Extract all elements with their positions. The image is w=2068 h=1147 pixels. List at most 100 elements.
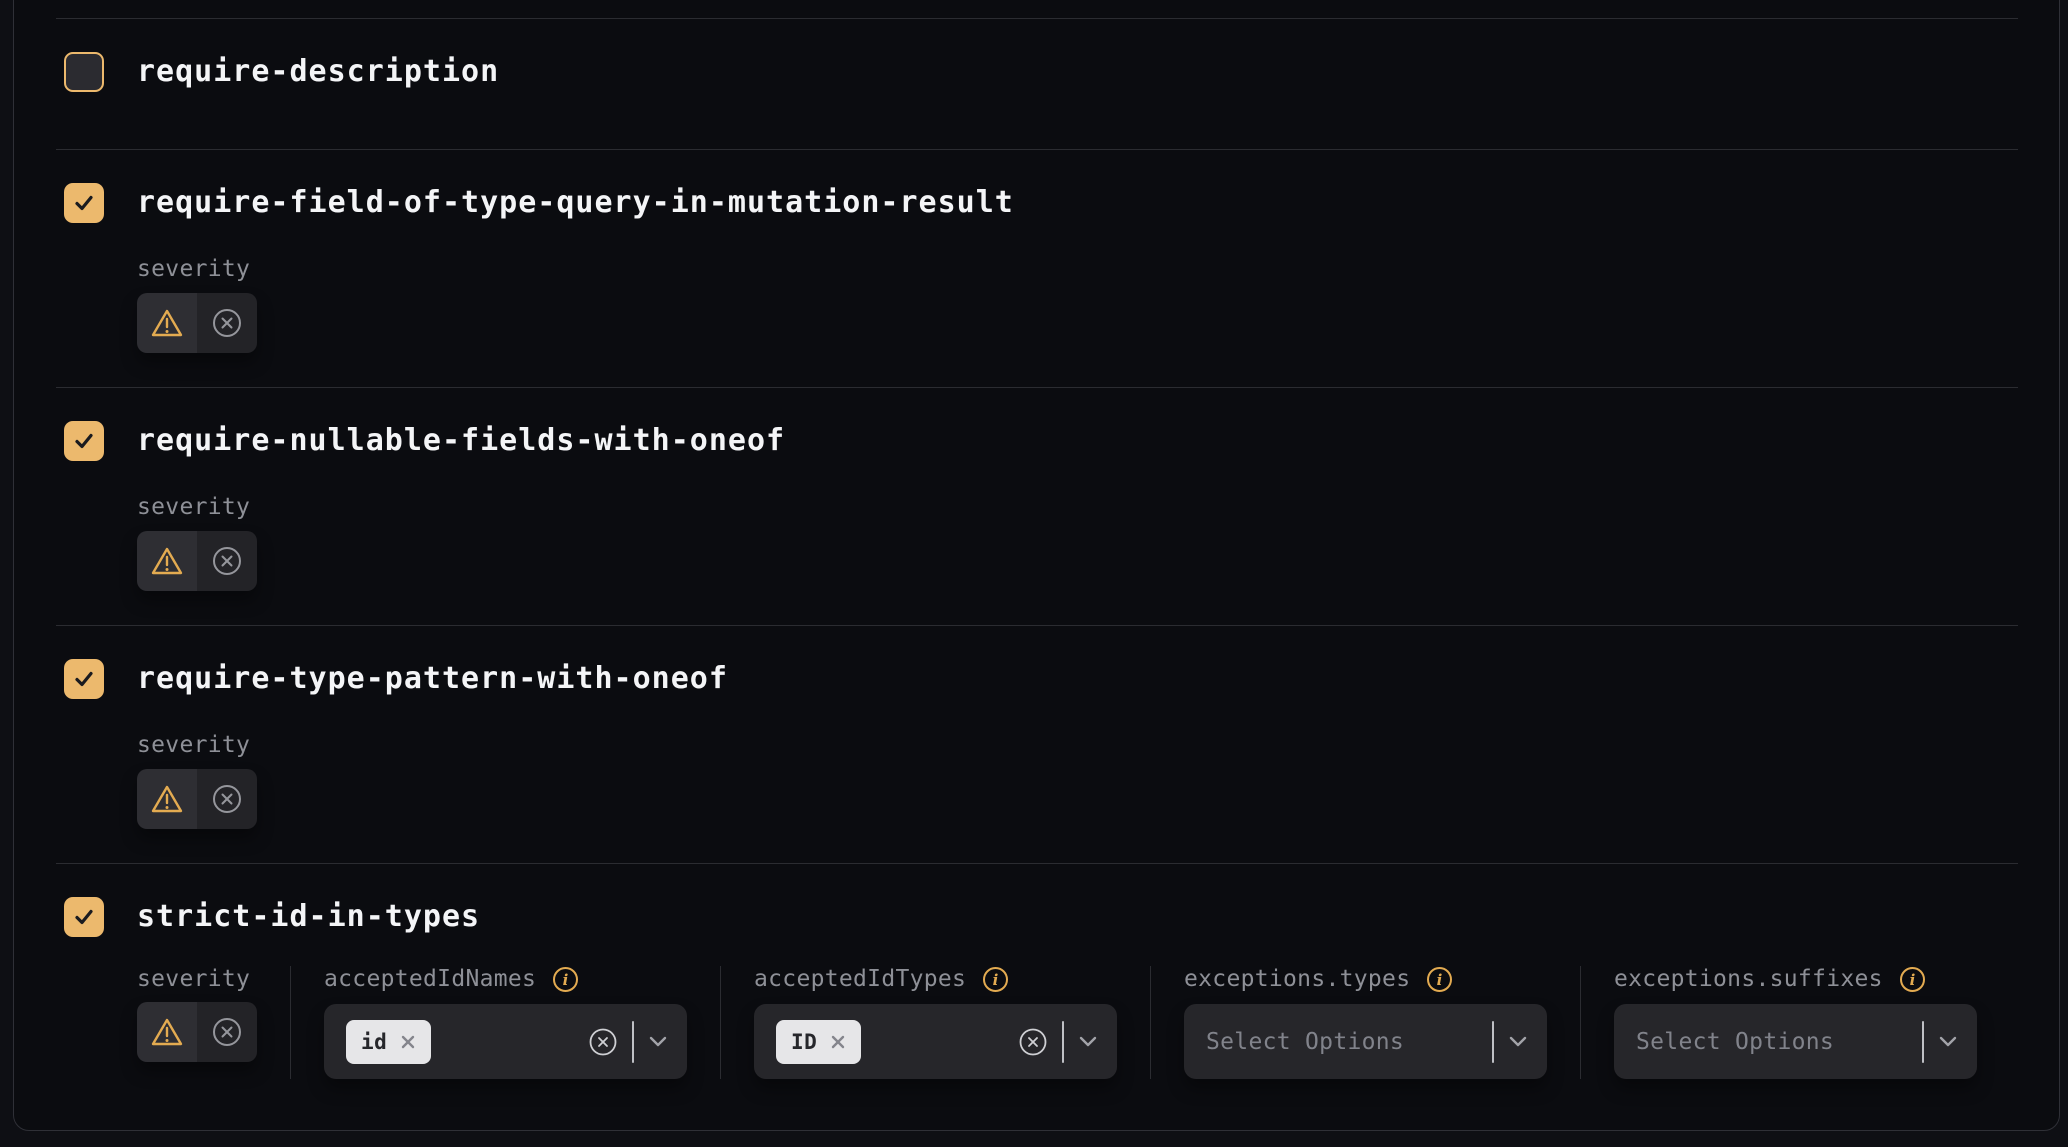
chevron-down-icon [649,1036,667,1047]
open-dropdown-button[interactable] [649,1036,667,1047]
severity-field: severity [137,966,257,1079]
rule-checkbox[interactable] [64,897,104,937]
severity-off-button[interactable] [197,531,257,591]
off-icon [212,308,242,338]
clear-icon [589,1028,617,1056]
severity-label: severity [137,494,2059,520]
chevron-down-icon [1509,1036,1527,1047]
off-icon [212,546,242,576]
rule-title: require-field-of-type-query-in-mutation-… [137,183,1014,223]
rule-header: require-description [64,52,2059,92]
chevron-down-icon [1939,1036,1957,1047]
rule-title: require-description [137,52,499,92]
selected-tag: id [346,1020,431,1064]
severity-toggle [137,769,257,829]
open-dropdown-button[interactable] [1079,1036,1097,1047]
severity-off-button[interactable] [197,769,257,829]
warning-icon [150,1016,184,1048]
multiselect-input[interactable]: Select Options [1184,1004,1547,1079]
open-dropdown-button[interactable] [1939,1036,1957,1047]
severity-toggle [137,531,257,591]
checkmark-icon [72,667,96,691]
checkmark-icon [72,429,96,453]
column-divider [290,966,291,1079]
clear-icon [1019,1028,1047,1056]
remove-tag-icon[interactable] [400,1034,416,1050]
rule-title: require-nullable-fields-with-oneof [137,421,785,461]
option-field-acceptedIdNames: acceptedIdNames i id [324,966,687,1079]
warning-icon [150,783,184,815]
rules-list: require-description require-field-of-typ… [14,0,2059,1147]
option-label: exceptions.types [1184,966,1410,992]
option-field-exceptions-types: exceptions.types i Select Options [1184,966,1547,1079]
rule-header: require-field-of-type-query-in-mutation-… [64,183,2059,223]
rule-checkbox[interactable] [64,183,104,223]
checkmark-icon [72,191,96,215]
clear-selection-button[interactable] [589,1028,617,1056]
warning-icon [150,545,184,577]
severity-toggle [137,1002,257,1062]
off-icon [212,784,242,814]
checkmark-icon [72,905,96,929]
info-icon[interactable]: i [552,966,579,993]
select-placeholder: Select Options [1206,1029,1404,1055]
svg-text:i: i [1909,971,1915,989]
input-divider [1922,1021,1924,1063]
rule-header: strict-id-in-types [64,897,2059,937]
input-divider [1062,1021,1064,1063]
rule-header: require-type-pattern-with-oneof [64,659,2059,699]
clear-selection-button[interactable] [1019,1028,1047,1056]
severity-field: severity [137,256,2059,353]
severity-toggle [137,293,257,353]
column-divider [1150,966,1151,1079]
rule-row: require-field-of-type-query-in-mutation-… [14,149,2059,387]
severity-label: severity [137,732,2059,758]
info-icon[interactable]: i [1426,966,1453,993]
svg-text:i: i [1437,971,1443,989]
svg-text:i: i [993,971,999,989]
rule-row: require-type-pattern-with-oneof severity [14,625,2059,863]
remove-tag-icon[interactable] [830,1034,846,1050]
rule-checkbox[interactable] [64,52,104,92]
chevron-down-icon [1079,1036,1097,1047]
severity-warn-button[interactable] [137,1002,197,1062]
multiselect-input[interactable]: id [324,1004,687,1079]
severity-warn-button[interactable] [137,293,197,353]
rule-checkbox[interactable] [64,421,104,461]
off-icon [212,1017,242,1047]
rule-divider [56,387,2018,388]
rule-divider [56,18,2018,19]
rule-divider [56,149,2018,150]
rule-options-row: severity acceptedIdNames [137,966,2059,1147]
rule-divider [56,863,2018,864]
rule-title: strict-id-in-types [137,897,480,937]
tag-label: ID [791,1030,817,1054]
severity-field: severity [137,732,2059,829]
severity-field: severity [137,494,2059,591]
severity-warn-button[interactable] [137,769,197,829]
severity-off-button[interactable] [197,1002,257,1062]
multiselect-input[interactable]: Select Options [1614,1004,1977,1079]
selected-tag: ID [776,1020,861,1064]
multiselect-input[interactable]: ID [754,1004,1117,1079]
severity-off-button[interactable] [197,293,257,353]
rule-row: require-description [14,18,2059,149]
option-label: acceptedIdNames [324,966,536,992]
option-field-acceptedIdTypes: acceptedIdTypes i ID [754,966,1117,1079]
option-label: acceptedIdTypes [754,966,966,992]
severity-label: severity [137,966,250,992]
input-divider [632,1021,634,1063]
option-field-exceptions-suffixes: exceptions.suffixes i Select Options [1614,966,1977,1079]
column-divider [720,966,721,1079]
open-dropdown-button[interactable] [1509,1036,1527,1047]
info-icon[interactable]: i [1899,966,1926,993]
rule-divider [56,625,2018,626]
rule-checkbox[interactable] [64,659,104,699]
rule-title: require-type-pattern-with-oneof [137,659,728,699]
info-icon[interactable]: i [982,966,1009,993]
severity-warn-button[interactable] [137,531,197,591]
input-divider [1492,1021,1494,1063]
warning-icon [150,307,184,339]
option-label: exceptions.suffixes [1614,966,1883,992]
select-placeholder: Select Options [1636,1029,1834,1055]
